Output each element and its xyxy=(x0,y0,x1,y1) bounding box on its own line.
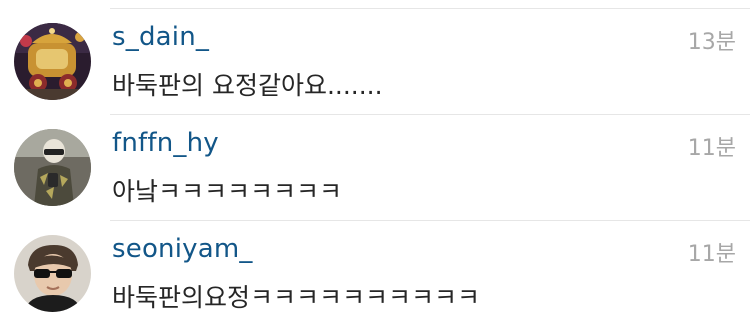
comment-item: seoniyam_ 11분 바둑판의요정ㅋㅋㅋㅋㅋㅋㅋㅋㅋㅋ xyxy=(0,220,750,326)
timestamp: 13분 xyxy=(687,30,736,55)
divider xyxy=(110,220,750,221)
comment-text: 바둑판의요정ㅋㅋㅋㅋㅋㅋㅋㅋㅋㅋ xyxy=(112,283,481,312)
username-link[interactable]: seoniyam_ xyxy=(112,234,253,264)
avatar[interactable] xyxy=(14,129,91,206)
timestamp: 11분 xyxy=(687,242,736,267)
comment-list: s_dain_ 13분 바둑판의 요정같아요....... fnffn_hy 1… xyxy=(0,0,750,331)
avatar[interactable] xyxy=(14,23,91,100)
comment-item: fnffn_hy 11분 아낰ㅋㅋㅋㅋㅋㅋㅋㅋ xyxy=(0,114,750,220)
person-in-patterned-jacket-photo-icon xyxy=(14,129,91,206)
comment-text: 바둑판의 요정같아요....... xyxy=(112,71,383,100)
comment-item: s_dain_ 13분 바둑판의 요정같아요....... xyxy=(0,8,750,114)
divider xyxy=(110,114,750,115)
timestamp: 11분 xyxy=(687,136,736,161)
person-with-sunglasses-photo-icon xyxy=(14,235,91,312)
username-link[interactable]: fnffn_hy xyxy=(112,128,219,158)
divider xyxy=(110,8,750,9)
username-link[interactable]: s_dain_ xyxy=(112,22,209,52)
avatar[interactable] xyxy=(14,235,91,312)
carousel-carriage-photo-icon xyxy=(14,23,91,100)
comment-text: 아낰ㅋㅋㅋㅋㅋㅋㅋㅋ xyxy=(112,177,343,206)
